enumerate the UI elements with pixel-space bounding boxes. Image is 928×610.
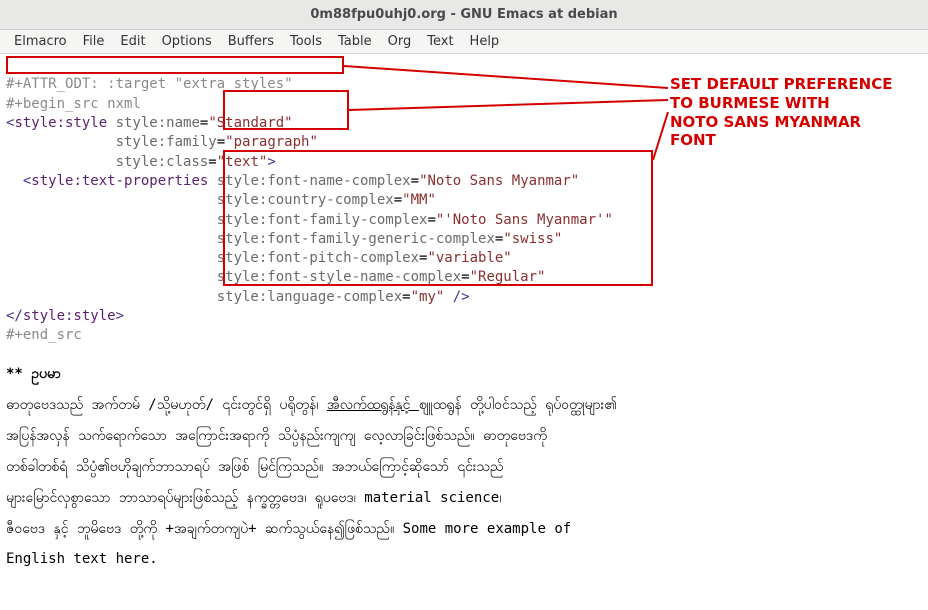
underlined-text: အီလက်ထရွန်နှင့် [327, 397, 419, 413]
menu-elmacro[interactable]: Elmacro [6, 34, 75, 49]
code-line: #+begin_src nxml [6, 96, 141, 112]
menu-edit[interactable]: Edit [112, 34, 153, 49]
code-line: style:font-style-name-complex="Regular" [6, 269, 545, 285]
code-line: style:font-family-complex="'Noto Sans My… [6, 212, 613, 228]
code-line: style:class="text"> [6, 154, 276, 170]
code-line: style:language-complex="my" /> [6, 289, 470, 305]
code-line: </style:style> [6, 308, 124, 324]
editor-area[interactable]: #+ATTR_ODT: :target "extra_styles" #+beg… [0, 54, 928, 600]
menu-tools[interactable]: Tools [282, 34, 330, 49]
code-line: style:font-pitch-complex="variable" [6, 250, 512, 266]
menu-bar: Elmacro File Edit Options Buffers Tools … [0, 30, 928, 54]
code-line: #+ATTR_ODT: :target "extra_styles" [6, 76, 293, 92]
menu-options[interactable]: Options [154, 34, 220, 49]
menu-help[interactable]: Help [462, 34, 508, 49]
code-line: <style:style style:name="Standard" [6, 115, 293, 131]
menu-file[interactable]: File [75, 34, 113, 49]
code-line: #+end_src [6, 327, 82, 343]
body-text: ဓာတုဗေဒသည် အက်တမ် /သို့မဟုတ်/ ၎င်းတွင်ရှ… [6, 384, 922, 575]
menu-buffers[interactable]: Buffers [220, 34, 282, 49]
menu-text[interactable]: Text [419, 34, 461, 49]
menu-org[interactable]: Org [380, 34, 420, 49]
window-titlebar: 0m88fpu0uhj0.org - GNU Emacs at debian [0, 0, 928, 30]
code-line: <style:text-properties style:font-name-c… [6, 173, 579, 189]
org-heading: ** ဥပမာ [6, 366, 61, 382]
code-line: style:family="paragraph" [6, 134, 318, 150]
menu-table[interactable]: Table [330, 34, 380, 49]
code-line: style:country-complex="MM" [6, 192, 436, 208]
window-title: 0m88fpu0uhj0.org - GNU Emacs at debian [310, 7, 617, 22]
code-line: style:font-family-generic-complex="swiss… [6, 231, 562, 247]
